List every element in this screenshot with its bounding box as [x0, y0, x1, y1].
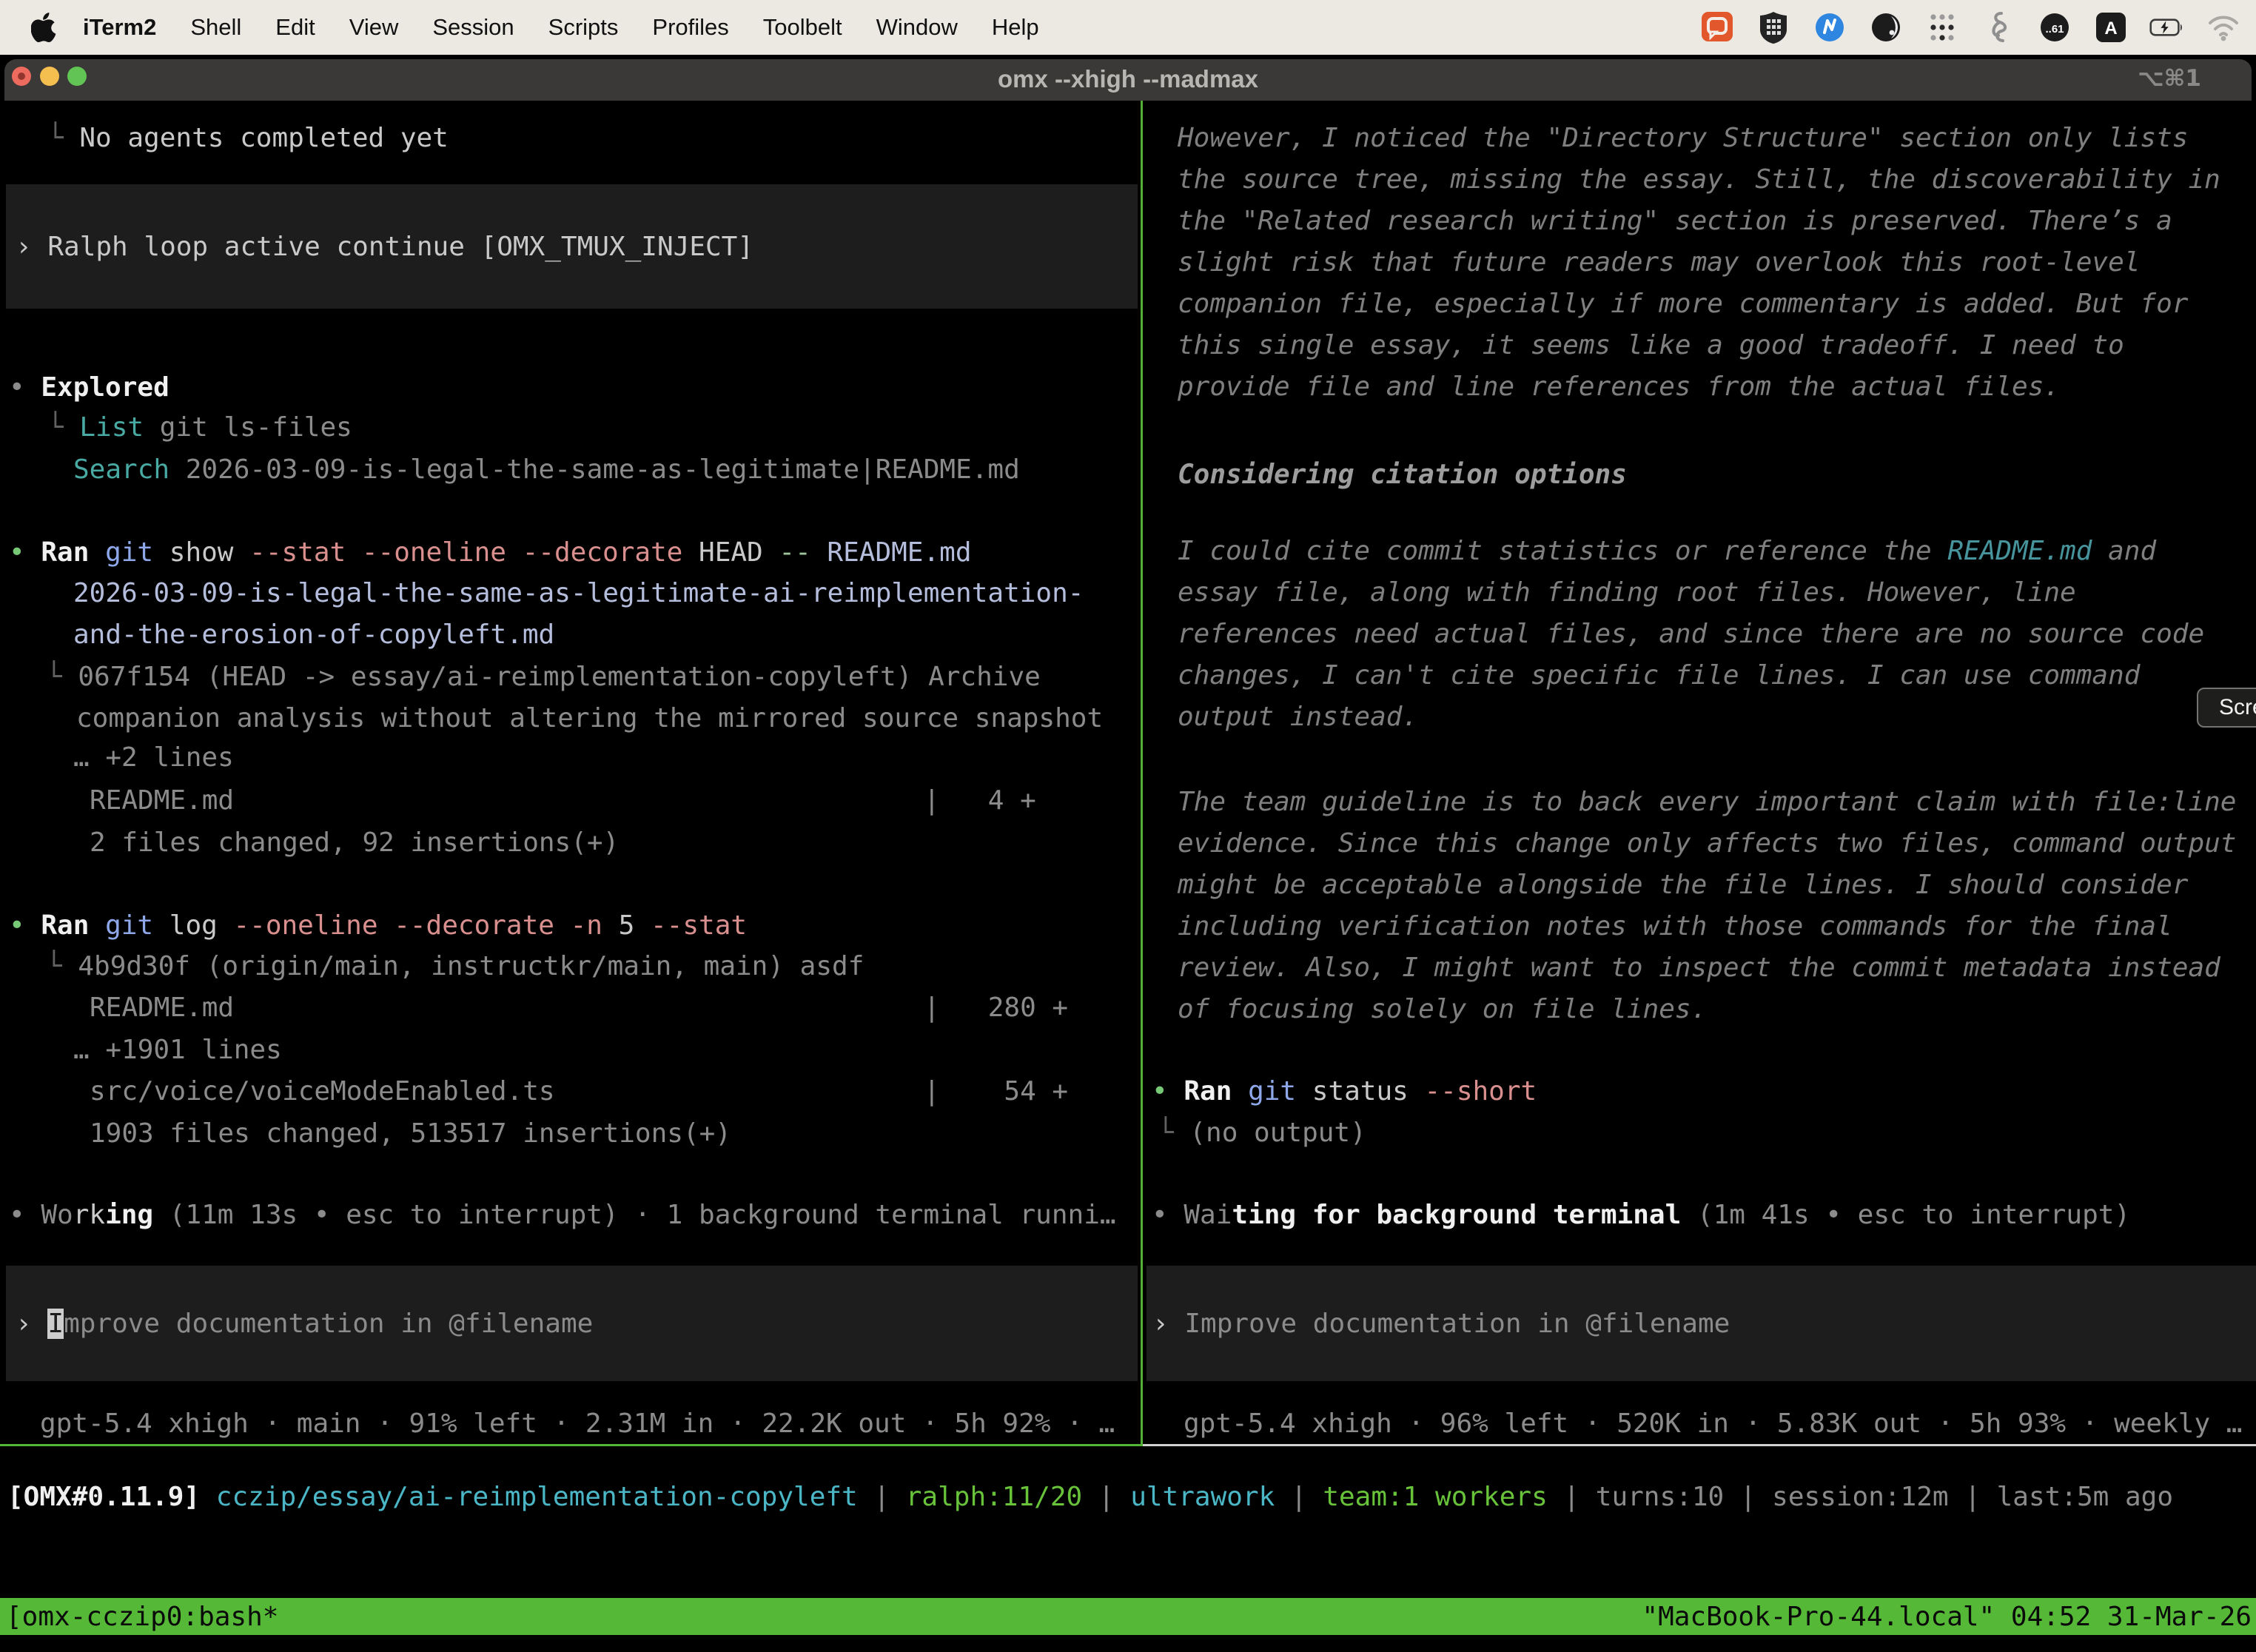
battery-icon[interactable]	[2149, 10, 2185, 45]
inject-text: Ralph loop active continue [OMX_TMUX_INJ…	[32, 232, 753, 262]
prompt-chevron: ›	[16, 232, 32, 262]
terminal-content: › Ralph loop active continue [OMX_TMUX_I…	[0, 101, 2256, 1652]
battery-percent-icon[interactable]: ..61	[2037, 10, 2072, 45]
omx-status-line: [OMX#0.11.9] cczip/essay/ai-reimplementa…	[7, 1482, 2173, 1512]
squiggle-icon[interactable]	[1981, 10, 2016, 45]
terminal-line: references need actual files, and since …	[1178, 618, 2204, 651]
tmux-window-name[interactable]: [omx-cczip0:bash*	[0, 1602, 278, 1632]
terminal-line: └ 4b9d30f (origin/main, instructkr/main,…	[46, 950, 864, 983]
terminal-line: 2 files changed, 92 insertions(+)	[90, 827, 619, 859]
tmux-status-bar: [omx-cczip0:bash* "MacBook-Pro-44.local"…	[0, 1598, 2256, 1635]
terminal-line: including verification notes with those …	[1178, 910, 2172, 943]
terminal-line: companion analysis without altering the …	[76, 702, 1103, 735]
terminal-line: 1903 files changed, 513517 insertions(+)	[90, 1118, 731, 1150]
menu-item-window[interactable]: Window	[876, 14, 958, 40]
right-pane-border	[1143, 1444, 2256, 1446]
menu-item-scripts[interactable]: Scripts	[548, 14, 619, 40]
terminal-line: this single essay, it seems like a good …	[1178, 329, 2124, 362]
terminal-line: • Ran git log --oneline --decorate -n 5 …	[9, 910, 747, 942]
screen-notification: Scre	[2197, 688, 2256, 728]
dark-pie-icon[interactable]	[1868, 10, 1904, 45]
terminal-line: Search 2026-03-09-is-legal-the-same-as-l…	[73, 454, 1020, 486]
menu-items: Shell Edit View Session Scripts Profiles Toolb…	[156, 14, 1038, 41]
terminal-line: • Explored	[9, 372, 169, 404]
terminal-line: changes, I can't cite specific file line…	[1178, 659, 2140, 692]
wifi-icon[interactable]	[2206, 10, 2241, 45]
left-session-status: gpt-5.4 xhigh · main · 91% left · 2.31M …	[40, 1408, 1115, 1440]
window-title: omx --xhigh --madmax	[0, 65, 2256, 93]
left-pane-border	[0, 1444, 1141, 1446]
menu-item-session[interactable]: Session	[432, 14, 514, 40]
terminal-line: the "Related research writing" section i…	[1178, 205, 2172, 238]
menu-item-iterm2[interactable]: iTerm2	[83, 14, 156, 41]
prompt-chevron: ›	[16, 1309, 32, 1339]
status-icons: ..61 A	[1699, 0, 2241, 55]
terminal-line: • Ran git show --stat --oneline --decora…	[9, 537, 972, 569]
terminal-line: … +1901 lines	[73, 1034, 282, 1067]
blue-badge-icon[interactable]	[1812, 10, 1847, 45]
terminal-line: companion file, especially if more comme…	[1178, 288, 2188, 320]
tmux-host-clock: "MacBook-Pro-44.local" 04:52 31-Mar-26	[1642, 1602, 2252, 1632]
messages-icon[interactable]	[1699, 10, 1735, 45]
pane-divider[interactable]	[1141, 101, 1143, 1446]
terminal-line: provide file and line references from th…	[1178, 371, 2060, 403]
dots-grid-icon[interactable]	[1924, 10, 1960, 45]
terminal-line: and-the-erosion-of-copyleft.md	[73, 619, 554, 651]
menu-item-edit[interactable]: Edit	[275, 14, 315, 40]
window-shortcut-badge: ⌥⌘1	[2138, 65, 2201, 92]
text-cursor: I	[47, 1309, 64, 1339]
svg-text:..61: ..61	[2045, 23, 2064, 36]
input-placeholder: Improve documentation in @filename	[1184, 1309, 1730, 1339]
menu-item-shell[interactable]: Shell	[190, 14, 241, 40]
apple-menu-icon[interactable]	[31, 13, 61, 42]
terminal-line: • Ran git status --short	[1152, 1075, 1537, 1108]
terminal-line: └ List git ls-files	[47, 412, 352, 444]
terminal-line: • Working (11m 13s • esc to interrupt) ·…	[9, 1199, 1116, 1232]
terminal-line: evidence. Since this change only affects…	[1178, 827, 2236, 860]
menu-item-view[interactable]: View	[349, 14, 399, 40]
screenshot-root: { "menu_bar": { "app_name": "iTerm2", "i…	[0, 0, 2256, 1652]
terminal-line: README.md | 280 +	[90, 992, 1068, 1024]
terminal-line: The team guideline is to back every impo…	[1178, 786, 2236, 819]
terminal-line: Considering citation options	[1178, 459, 1627, 491]
right-input-box[interactable]: › Improve documentation in @filename	[1147, 1266, 2256, 1381]
menu-bar: iTerm2 Shell Edit View Session Scripts Profil…	[0, 0, 2256, 55]
terminal-line: • Waiting for background terminal (1m 41…	[1152, 1199, 2130, 1232]
input-source-icon[interactable]: A	[2093, 10, 2129, 45]
terminal-line: essay file, along with finding root file…	[1178, 577, 2076, 609]
terminal-line: the source tree, missing the essay. Stil…	[1178, 164, 2220, 196]
terminal-line: └ 067f154 (HEAD -> essay/ai-reimplementa…	[46, 661, 1041, 694]
terminal-line: review. Also, I might want to inspect th…	[1178, 952, 2220, 984]
terminal-line: 2026-03-09-is-legal-the-same-as-legitima…	[73, 577, 1084, 610]
input-placeholder: mprove documentation in @filename	[64, 1309, 593, 1339]
menu-item-help[interactable]: Help	[992, 14, 1039, 40]
terminal-line: └ (no output)	[1158, 1117, 1366, 1149]
terminal-line: src/voice/voiceModeEnabled.ts | 54 +	[90, 1075, 1068, 1108]
terminal-line: └ No agents completed yet	[47, 122, 449, 155]
terminal-line: might be acceptable alongside the file l…	[1178, 869, 2188, 901]
inject-prompt-box[interactable]: › Ralph loop active continue [OMX_TMUX_I…	[6, 184, 1138, 309]
terminal-line: I could cite commit statistics or refere…	[1178, 535, 2156, 568]
svg-text:A: A	[2104, 19, 2117, 38]
terminal-line: However, I noticed the "Directory Struct…	[1178, 122, 2188, 155]
left-input-box[interactable]: › Improve documentation in @filename	[6, 1266, 1138, 1381]
right-session-status: gpt-5.4 xhigh · 96% left · 520K in · 5.8…	[1184, 1408, 2242, 1440]
shield-grid-icon[interactable]	[1756, 10, 1791, 45]
terminal-line: of focusing solely on file lines.	[1178, 993, 1707, 1026]
terminal-line: README.md | 4 +	[90, 785, 1036, 817]
terminal-line: output instead.	[1178, 701, 1418, 733]
menu-item-toolbelt[interactable]: Toolbelt	[763, 14, 842, 40]
menu-item-profiles[interactable]: Profiles	[652, 14, 728, 40]
terminal-line: … +2 lines	[73, 742, 234, 774]
terminal-line: slight risk that future readers may over…	[1178, 246, 2140, 279]
prompt-chevron: ›	[1152, 1309, 1169, 1339]
